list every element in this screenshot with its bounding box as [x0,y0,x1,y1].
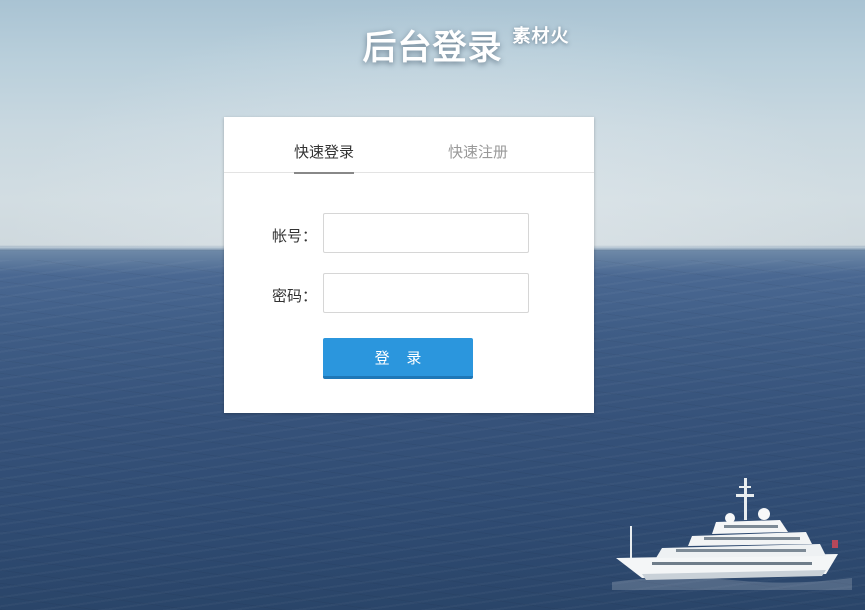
watermark-text: 素材火 [512,26,570,47]
tab-bar: 快速登录 快速注册 [224,117,594,174]
page-title: 后台登录 素材火 [362,20,569,69]
background-scene: 后台登录 素材火 快速登录 快速注册 帐号： 密码： 登 录 [0,0,865,610]
password-input[interactable] [323,273,529,313]
login-button[interactable]: 登 录 [323,338,473,379]
account-label: 帐号： [272,227,318,245]
password-row: 密码： [224,273,594,315]
header: 后台登录 素材火 [0,20,865,69]
tab-quick-login[interactable]: 快速登录 [294,141,355,174]
account-row: 帐号： [224,213,594,255]
yacht-image [612,478,852,590]
page-title-text: 后台登录 [362,28,503,68]
account-input[interactable] [323,213,529,253]
tab-quick-register[interactable]: 快速注册 [448,141,508,172]
login-panel: 快速登录 快速注册 帐号： 密码： 登 录 [224,117,594,413]
password-label: 密码： [272,287,318,305]
